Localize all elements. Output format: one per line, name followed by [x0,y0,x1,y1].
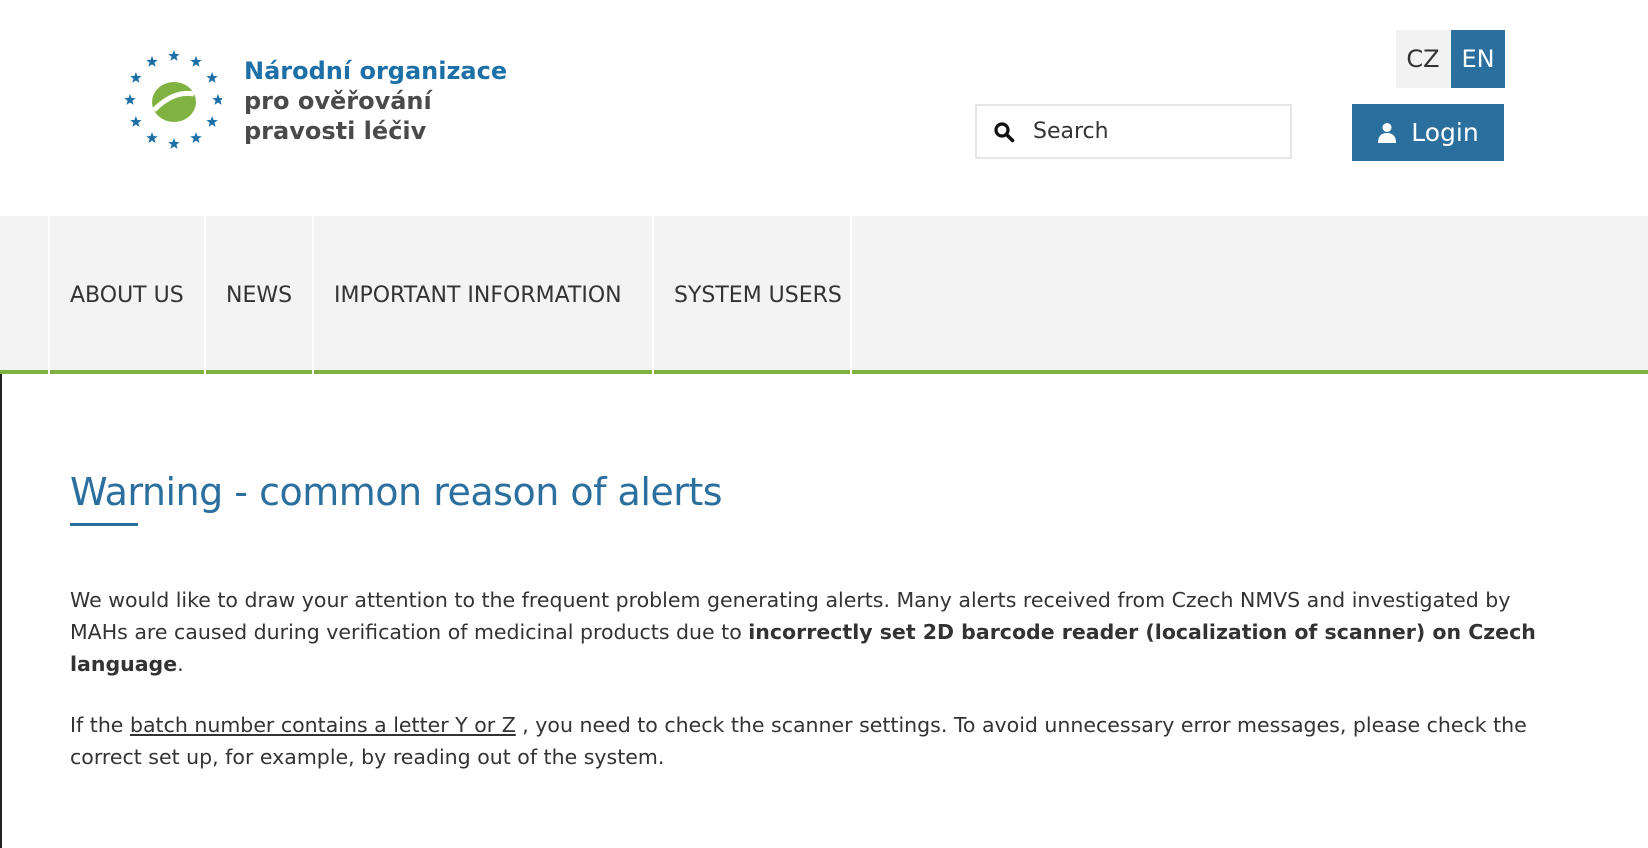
site-header: Národní organizace pro ověřování pravost… [0,0,1648,216]
language-en-button[interactable]: EN [1451,30,1505,88]
star-icon [190,55,202,67]
main-navigation: ABOUT US NEWS IMPORTANT INFORMATION SYST… [0,216,1648,374]
nav-item-system-users[interactable]: SYSTEM USERS [652,216,852,374]
user-icon [1377,122,1397,144]
logo-line-2: pro ověřování [244,87,432,115]
star-icon [190,132,202,143]
logo-line-3: pravosti léčiv [244,117,427,145]
star-icon [146,132,158,143]
logo-line-1: Národní organizace [244,57,508,85]
login-button[interactable]: Login [1352,104,1504,161]
nav-item-about-us[interactable]: ABOUT US [48,216,204,374]
login-label: Login [1411,118,1479,147]
star-icon [130,116,142,127]
star-icon [206,72,218,83]
nav-item-news[interactable]: NEWS [204,216,312,374]
paragraph-1-end: . [177,652,184,676]
nav-item-important-information[interactable]: IMPORTANT INFORMATION [312,216,652,374]
star-icon [206,116,218,127]
batch-number-link[interactable]: batch number contains a letter Y or Z [130,713,516,737]
eu-stars-emblem-icon [124,50,222,149]
search-box[interactable] [975,104,1292,159]
star-icon [124,94,136,105]
star-icon [146,55,158,67]
language-cz-button[interactable]: CZ [1396,30,1450,88]
search-input[interactable] [1033,119,1273,144]
article-paragraph-1: We would like to draw your attention to … [70,584,1560,680]
logo-text: Národní organizace pro ověřování pravost… [244,56,507,146]
page-title: Warning - common reason of alerts [70,470,723,514]
star-icon [168,50,180,61]
paragraph-2-start: If the [70,713,130,737]
star-icon [130,72,142,83]
title-underline [70,523,138,526]
site-logo[interactable]: Národní organizace pro ověřování pravost… [122,50,522,160]
search-icon[interactable] [993,119,1019,145]
star-icon [212,94,222,105]
article-paragraph-2: If the batch number contains a letter Y … [70,709,1560,773]
star-icon [168,138,180,149]
